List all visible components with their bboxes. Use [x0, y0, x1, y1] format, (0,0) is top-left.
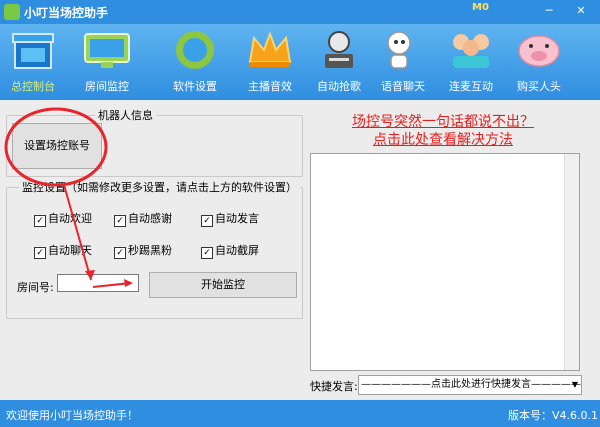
annotation-overlay	[4, 107, 133, 288]
status-welcome: 欢迎使用小叮当场控助手！	[6, 409, 138, 422]
arrow-head	[85, 270, 95, 280]
arrow-line	[63, 184, 92, 281]
status-version: 版本号：V4.6.0.1	[508, 409, 599, 422]
status-bar: 欢迎使用小叮当场控助手！ 版本号：V4.6.0.1	[0, 400, 600, 427]
arrow-head	[124, 279, 133, 287]
highlight-circle	[4, 107, 108, 187]
app-window: 小叮当场控助手 M0 ─ ✕ 总控制台 房间监控 软件设置 主播音效 自动抢歌 …	[0, 0, 600, 427]
